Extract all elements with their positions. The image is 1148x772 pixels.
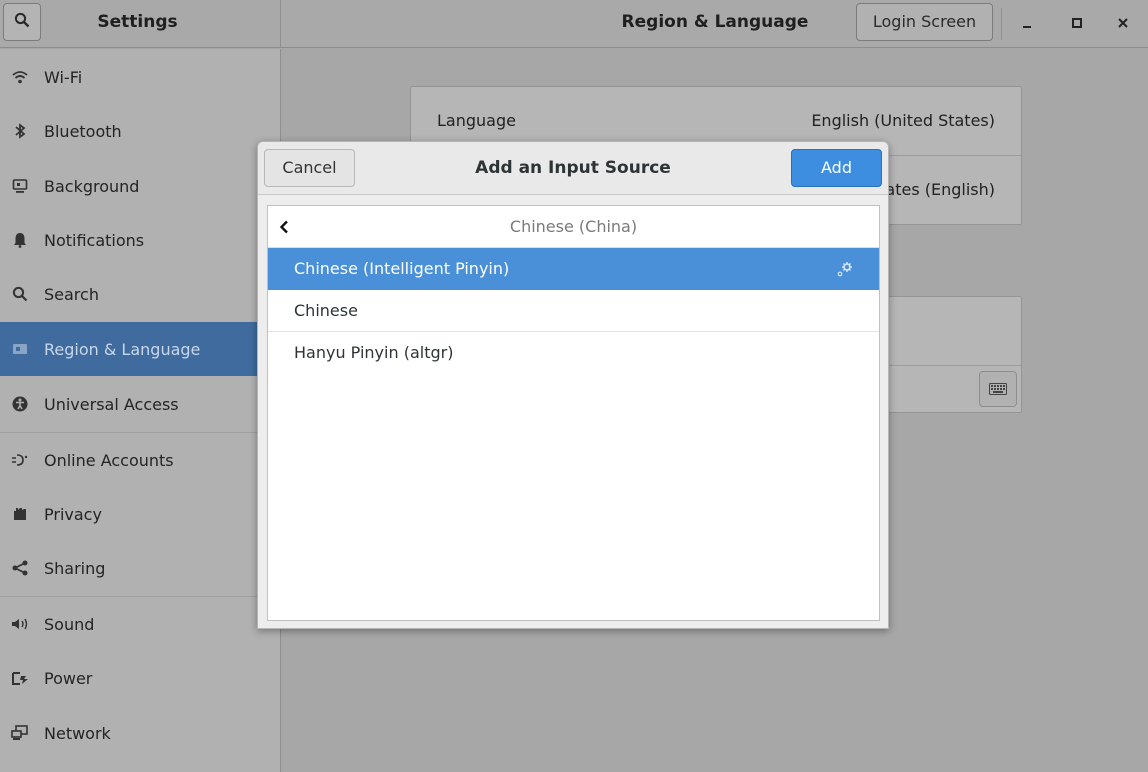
sidebar-item-label: Power [44,668,93,688]
sidebar-item-wifi[interactable]: Wi-Fi [0,50,280,104]
minimize-icon [1021,14,1033,33]
header-left: Settings [0,0,281,48]
sidebar-item-label: Bluetooth [44,121,122,141]
wifi-icon [10,67,30,87]
sidebar-item-label: Privacy [44,504,102,524]
power-icon [10,668,30,688]
page-title: Region & Language [621,12,809,32]
list-header-title: Chinese (China) [509,217,638,236]
list-item-label: Hanyu Pinyin (altgr) [294,343,454,362]
search-icon [10,284,30,304]
sidebar-item-search[interactable]: Search [0,267,280,321]
dialog-title: Add an Input Source [475,158,671,178]
header-separator [1001,8,1002,40]
maximize-button[interactable] [1062,8,1092,38]
bluetooth-icon [10,121,30,141]
sidebar-item-label: Wi-Fi [44,67,83,87]
header-bar: Settings Region & Language Login Screen [0,0,1148,48]
dialog-header: Cancel Add an Input Source Add [258,142,888,195]
online-accounts-icon [10,450,30,470]
background-icon [10,176,30,196]
language-label: Language [437,111,516,130]
sidebar-item-universal-access[interactable]: Universal Access [0,377,280,431]
sidebar-item-label: Region & Language [44,339,201,359]
keyboard-layout-button[interactable] [979,371,1017,407]
sidebar-item-bluetooth[interactable]: Bluetooth [0,104,280,158]
close-button[interactable] [1108,8,1138,38]
hand-icon [10,504,30,524]
sidebar-item-sharing[interactable]: Sharing [0,541,280,595]
list-item[interactable]: Hanyu Pinyin (altgr) [268,332,879,374]
keyboard-icon [989,380,1007,399]
sidebar-item-label: Online Accounts [44,450,174,470]
login-screen-button[interactable]: Login Screen [856,3,993,41]
add-input-source-dialog: Cancel Add an Input Source Add Chinese (… [257,141,889,629]
sidebar-item-background[interactable]: Background [0,159,280,213]
close-icon [1117,14,1129,33]
sidebar-item-power[interactable]: Power [0,651,280,705]
accessibility-icon [10,394,30,414]
list-item[interactable]: Chinese [268,290,879,332]
formats-value: tates (English) [879,180,995,199]
sidebar-item-notifications[interactable]: Notifications [0,213,280,267]
share-icon [10,558,30,578]
sidebar-item-label: Search [44,284,99,304]
settings-gear-icon [835,259,855,279]
list-item[interactable]: Chinese (Intelligent Pinyin) [268,248,879,290]
search-icon [14,12,30,32]
sidebar-item-label: Notifications [44,230,145,250]
language-value: English (United States) [811,111,995,130]
add-button[interactable]: Add [791,149,882,187]
minimize-button[interactable] [1012,8,1042,38]
sidebar: Wi-Fi Bluetooth Background Notifications… [0,49,281,772]
sidebar-item-label: Background [44,176,140,196]
list-item-label: Chinese [294,301,358,320]
sidebar-item-network[interactable]: Network [0,706,280,760]
sidebar-item-region-language[interactable]: Region & Language [0,322,280,376]
app-title: Settings [97,12,178,32]
cancel-button[interactable]: Cancel [264,149,355,187]
input-source-list: Chinese (China) Chinese (Intelligent Pin… [267,205,880,621]
sidebar-item-label: Universal Access [44,394,179,414]
search-button[interactable] [3,3,41,41]
bell-icon [10,230,30,250]
sidebar-item-privacy[interactable]: Privacy [0,487,280,541]
sidebar-item-label: Sound [44,614,95,634]
sidebar-item-sound[interactable]: Sound [0,597,280,651]
sidebar-item-label: Sharing [44,558,106,578]
maximize-icon [1071,14,1083,33]
sidebar-item-online-accounts[interactable]: Online Accounts [0,433,280,487]
network-icon [10,723,30,743]
list-header[interactable]: Chinese (China) [268,206,879,248]
flag-icon [10,339,30,359]
speaker-icon [10,614,30,634]
list-item-label: Chinese (Intelligent Pinyin) [294,259,510,278]
sidebar-item-label: Network [44,723,111,743]
